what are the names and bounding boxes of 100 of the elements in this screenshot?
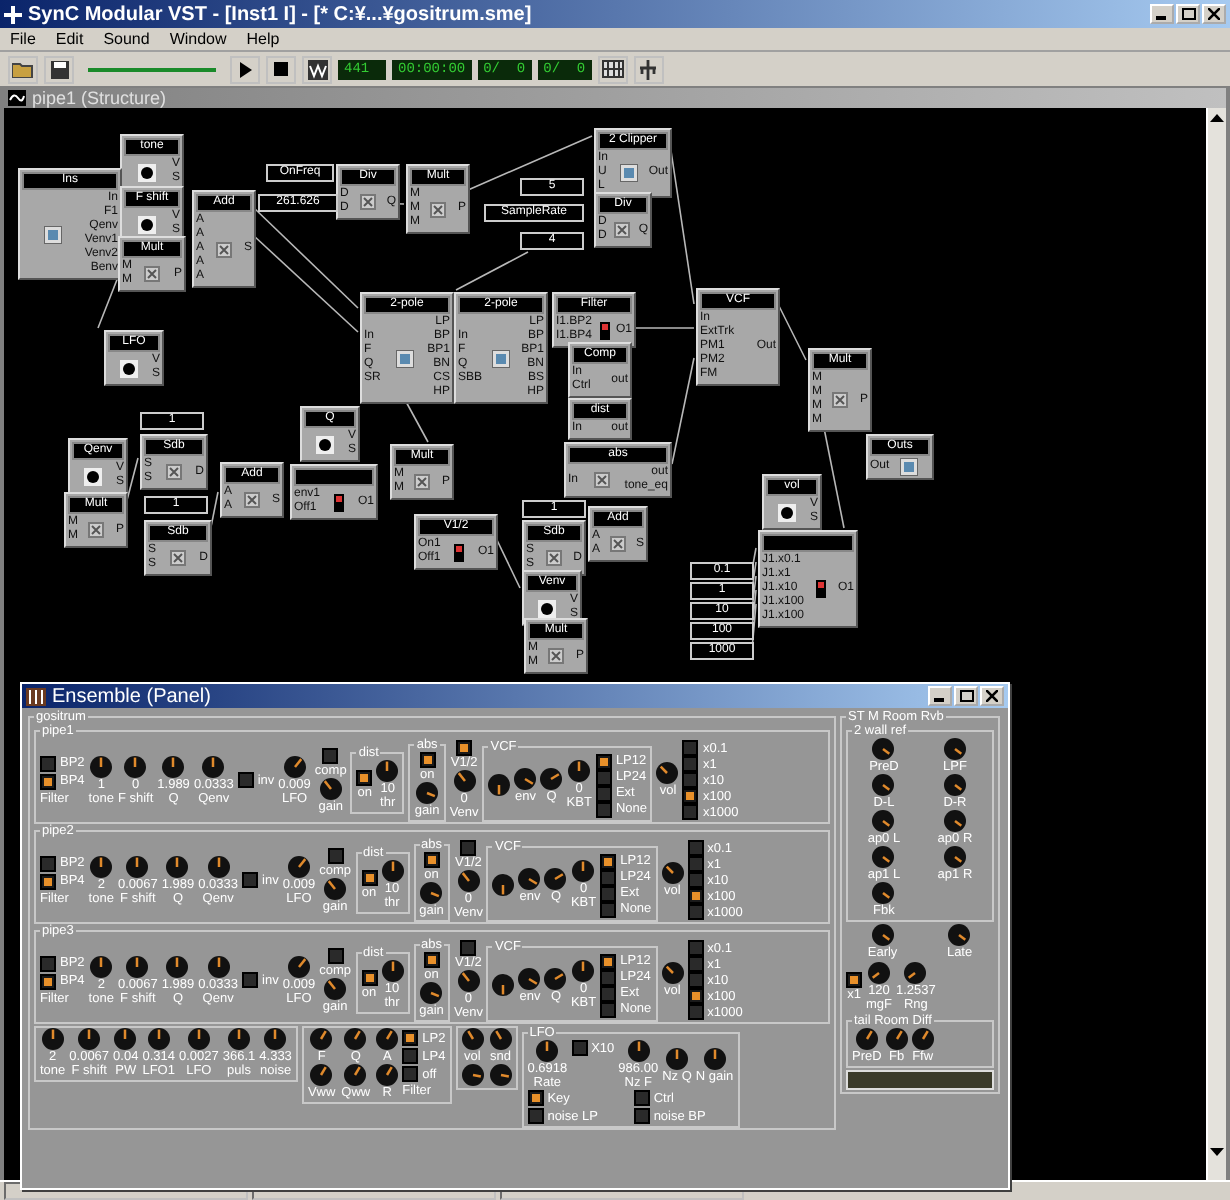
open-button[interactable] xyxy=(8,55,38,83)
knob[interactable] xyxy=(943,810,966,832)
knob[interactable] xyxy=(453,770,476,792)
knob[interactable] xyxy=(872,810,895,832)
radio-toggle[interactable] xyxy=(687,888,704,904)
knob[interactable] xyxy=(872,846,895,868)
toggle[interactable] xyxy=(460,840,477,856)
knob[interactable] xyxy=(287,855,310,877)
knob[interactable] xyxy=(90,955,113,977)
toggle[interactable] xyxy=(456,740,473,756)
knob[interactable] xyxy=(514,767,537,789)
radio-toggle[interactable] xyxy=(402,1030,419,1046)
toggle[interactable] xyxy=(40,973,56,989)
knob[interactable] xyxy=(568,760,591,782)
menu-item[interactable]: Window xyxy=(169,28,227,50)
knob[interactable] xyxy=(943,774,966,796)
toggle[interactable] xyxy=(327,847,344,863)
toggle[interactable] xyxy=(527,1090,544,1106)
toggle[interactable] xyxy=(423,952,440,968)
radio-toggle[interactable] xyxy=(600,853,617,869)
knob[interactable] xyxy=(665,1047,688,1069)
menu-item[interactable]: Help xyxy=(246,28,280,50)
toggle[interactable] xyxy=(242,972,259,988)
menu-item[interactable]: Edit xyxy=(55,28,84,50)
toggle[interactable] xyxy=(327,947,344,963)
knob[interactable] xyxy=(324,877,347,899)
radio-toggle[interactable] xyxy=(687,988,704,1004)
radio-toggle[interactable] xyxy=(682,740,699,756)
knob[interactable] xyxy=(381,960,404,982)
radio-toggle[interactable] xyxy=(402,1066,419,1082)
knob[interactable] xyxy=(911,1028,934,1050)
stop-button[interactable] xyxy=(266,55,296,83)
knob[interactable] xyxy=(488,774,511,796)
knob[interactable] xyxy=(207,955,230,977)
knob[interactable] xyxy=(461,1064,484,1086)
knob[interactable] xyxy=(872,774,895,796)
knob[interactable] xyxy=(376,1064,399,1086)
toggle[interactable] xyxy=(633,1108,650,1124)
toggle[interactable] xyxy=(40,855,56,871)
knob[interactable] xyxy=(489,1064,512,1086)
knob[interactable] xyxy=(287,955,310,977)
toggle[interactable] xyxy=(237,772,254,788)
knob[interactable] xyxy=(126,855,149,877)
radio-toggle[interactable] xyxy=(687,940,704,956)
knob[interactable] xyxy=(871,924,894,946)
knob[interactable] xyxy=(872,738,895,760)
knob[interactable] xyxy=(656,762,679,784)
knob[interactable] xyxy=(228,1028,251,1050)
radio-toggle[interactable] xyxy=(687,856,704,872)
knob[interactable] xyxy=(162,755,185,777)
knob[interactable] xyxy=(78,1028,101,1050)
knob[interactable] xyxy=(344,1064,367,1086)
knob[interactable] xyxy=(457,970,480,992)
knob[interactable] xyxy=(457,870,480,892)
knob[interactable] xyxy=(661,862,684,884)
knob[interactable] xyxy=(872,882,895,904)
radio-toggle[interactable] xyxy=(687,972,704,988)
toggle[interactable] xyxy=(40,955,56,971)
knob[interactable] xyxy=(344,1028,367,1050)
knob[interactable] xyxy=(207,855,230,877)
knob[interactable] xyxy=(868,962,890,984)
knob[interactable] xyxy=(376,760,399,782)
knob[interactable] xyxy=(855,1028,878,1050)
toggle[interactable] xyxy=(633,1090,650,1106)
knob[interactable] xyxy=(376,1028,399,1050)
knob[interactable] xyxy=(518,967,541,989)
knob[interactable] xyxy=(310,1064,333,1086)
knob[interactable] xyxy=(518,867,541,889)
menu-item[interactable]: File xyxy=(10,28,36,50)
knob[interactable] xyxy=(904,962,927,984)
maximize-button[interactable] xyxy=(954,686,978,706)
knob[interactable] xyxy=(114,1028,137,1050)
knob[interactable] xyxy=(572,960,595,982)
toggle[interactable] xyxy=(846,972,862,988)
knob[interactable] xyxy=(416,782,439,804)
toggle[interactable] xyxy=(356,770,373,786)
grid-button[interactable] xyxy=(597,55,628,83)
plug-button[interactable] xyxy=(633,55,664,83)
close-button[interactable] xyxy=(980,686,1004,706)
radio-toggle[interactable] xyxy=(600,953,617,969)
close-button[interactable] xyxy=(1202,4,1226,24)
knob[interactable] xyxy=(492,974,515,996)
knob[interactable] xyxy=(420,982,443,1004)
toggle[interactable] xyxy=(40,873,56,889)
knob[interactable] xyxy=(90,855,113,877)
knob[interactable] xyxy=(544,867,567,889)
radio-toggle[interactable] xyxy=(687,904,704,920)
radio-toggle[interactable] xyxy=(687,1004,704,1020)
knob[interactable] xyxy=(948,924,971,946)
menu-item[interactable]: Sound xyxy=(103,28,150,50)
knob[interactable] xyxy=(885,1028,908,1050)
knob[interactable] xyxy=(943,846,966,868)
radio-toggle[interactable] xyxy=(687,872,704,888)
knob[interactable] xyxy=(627,1040,650,1062)
toggle[interactable] xyxy=(527,1108,544,1124)
toggle[interactable] xyxy=(322,747,339,763)
toggle[interactable] xyxy=(419,752,436,768)
maximize-button[interactable] xyxy=(1176,4,1200,24)
knob[interactable] xyxy=(540,767,563,789)
knob[interactable] xyxy=(536,1040,559,1062)
